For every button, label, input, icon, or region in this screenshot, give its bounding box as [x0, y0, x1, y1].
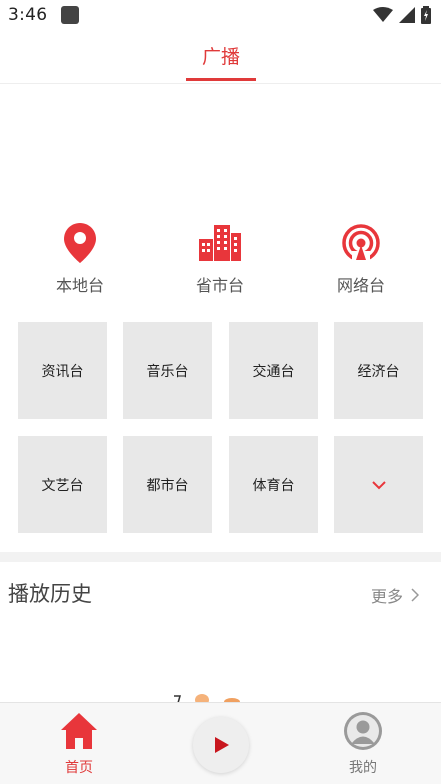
- expand-button[interactable]: [334, 436, 423, 533]
- station-arts[interactable]: 文艺台: [18, 436, 107, 533]
- category-network[interactable]: 网络台: [311, 222, 411, 296]
- chevron-right-icon: [411, 588, 419, 602]
- notification-icon: [61, 6, 80, 24]
- battery-icon: [421, 6, 431, 24]
- category-label: 省市台: [195, 276, 244, 295]
- buildings-icon: [199, 225, 241, 261]
- chevron-down-icon: [371, 480, 386, 489]
- category-local[interactable]: 本地台: [30, 222, 130, 296]
- nav-mine[interactable]: 我的: [328, 711, 398, 777]
- play-button[interactable]: [193, 717, 249, 773]
- station-sports[interactable]: 体育台: [229, 436, 318, 533]
- play-icon: [215, 737, 229, 753]
- status-time: 3:46: [8, 5, 48, 25]
- location-pin-icon: [64, 223, 96, 263]
- section-divider: [0, 552, 441, 562]
- nav-mine-label: 我的: [349, 760, 377, 776]
- station-city[interactable]: 都市台: [123, 436, 212, 533]
- more-label: 更多: [370, 587, 403, 606]
- nav-home[interactable]: 首页: [44, 711, 114, 777]
- category-label: 网络台: [336, 276, 385, 295]
- signal-icon: [399, 7, 415, 23]
- tab-broadcast[interactable]: 广播: [186, 42, 256, 69]
- tab-indicator: [186, 78, 256, 81]
- avatar-icon: [344, 712, 382, 750]
- home-icon: [61, 713, 97, 749]
- top-tab-bar: 广播: [0, 30, 441, 84]
- category-provincial[interactable]: 省市台: [170, 222, 270, 296]
- broadcast-icon: [342, 224, 380, 262]
- category-label: 本地台: [55, 276, 104, 295]
- history-more-link[interactable]: 更多: [371, 583, 419, 607]
- bottom-nav: 首页 我的: [0, 702, 441, 784]
- station-economy[interactable]: 经济台: [334, 322, 423, 419]
- status-bar: 3:46: [0, 0, 441, 30]
- station-music[interactable]: 音乐台: [123, 322, 212, 419]
- history-title: 播放历史: [8, 582, 92, 606]
- nav-home-label: 首页: [65, 760, 93, 776]
- station-news[interactable]: 资讯台: [18, 322, 107, 419]
- station-traffic[interactable]: 交通台: [229, 322, 318, 419]
- wifi-icon: [373, 7, 393, 22]
- category-row: 本地台 省市台 网络台: [0, 222, 441, 302]
